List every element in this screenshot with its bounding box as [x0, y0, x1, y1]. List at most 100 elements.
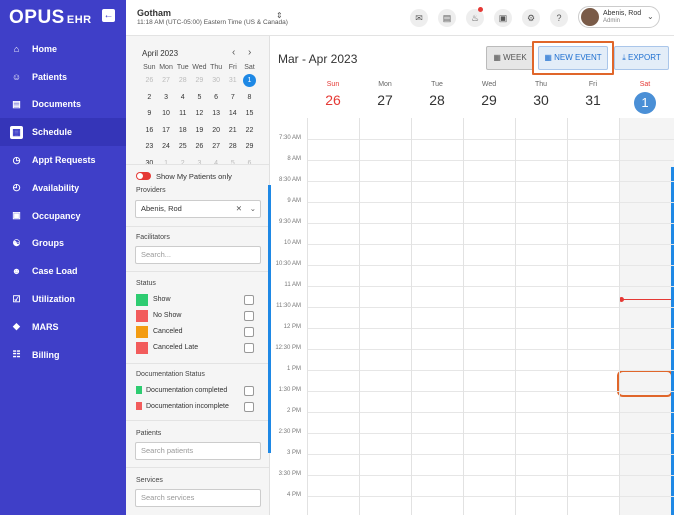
- minical-day[interactable]: 24: [158, 139, 175, 156]
- minical-day[interactable]: 26: [191, 139, 208, 156]
- occupancy-icon: ▣: [12, 210, 21, 221]
- day-header-fri[interactable]: Fri 31: [567, 78, 619, 108]
- grid-column-line: [567, 118, 568, 515]
- minical-day[interactable]: 10: [158, 106, 175, 123]
- chevron-right-icon[interactable]: ›: [248, 47, 251, 58]
- services-search-input[interactable]: Search services: [135, 489, 261, 507]
- status-checkbox[interactable]: [244, 295, 254, 305]
- minical-day[interactable]: 27: [208, 139, 225, 156]
- minical-day[interactable]: 1: [241, 73, 258, 90]
- saturday-column[interactable]: [619, 118, 674, 515]
- sidebar-item-label: Groups: [32, 238, 65, 249]
- minical-day[interactable]: 15: [241, 106, 258, 123]
- chevron-left-icon[interactable]: ‹: [232, 47, 235, 58]
- minical-day[interactable]: 31: [224, 73, 241, 90]
- minical-day[interactable]: 7: [224, 90, 241, 107]
- minical-day[interactable]: 13: [208, 106, 225, 123]
- sidebar-item-mars[interactable]: ◆ MARS: [0, 313, 126, 341]
- minical-day[interactable]: 29: [191, 73, 208, 90]
- week-view-button[interactable]: ▦ WEEK: [486, 46, 534, 70]
- minical-day[interactable]: 27: [158, 73, 175, 90]
- minical-day[interactable]: 8: [241, 90, 258, 107]
- minical-day[interactable]: 23: [141, 139, 158, 156]
- minical-day[interactable]: 9: [141, 106, 158, 123]
- divider: [126, 363, 269, 364]
- time-column: 7:30 AM 8 AM 8:30 AM 9 AM 9:30 AM 10 AM 10:30 …: [271, 118, 307, 515]
- doc-status-checkbox[interactable]: [244, 386, 254, 396]
- user-menu[interactable]: Abenis, Rod Admin ⌄: [578, 6, 660, 28]
- sidebar-item-label: Occupancy: [32, 210, 81, 221]
- help-icon[interactable]: ?: [550, 9, 568, 27]
- minical-day[interactable]: 11: [174, 106, 191, 123]
- time-slot-highlight[interactable]: [617, 370, 673, 397]
- day-header-mon[interactable]: Mon 27: [359, 78, 411, 108]
- chat-icon[interactable]: ✉: [410, 9, 428, 27]
- status-label-item: Show: [153, 296, 171, 303]
- minical-day[interactable]: 3: [158, 90, 175, 107]
- minical-day[interactable]: 14: [224, 106, 241, 123]
- calendar-view: Mar - Apr 2023 ▦ WEEK ▦ NEW EVENT ⤓ EXPO…: [271, 36, 674, 515]
- sidebar-item-patients[interactable]: ☺ Patients: [0, 63, 126, 91]
- sidebar-item-documents[interactable]: ▤ Documents: [0, 91, 126, 119]
- sidebar-item-appt-requests[interactable]: ◷ Appt Requests: [0, 146, 126, 174]
- facilitators-search-input[interactable]: Search...: [135, 246, 261, 264]
- minical-day[interactable]: 5: [191, 90, 208, 107]
- minical-day[interactable]: 30: [208, 73, 225, 90]
- minical-day[interactable]: 20: [208, 123, 225, 140]
- inbox-icon[interactable]: ▤: [438, 9, 456, 27]
- avatar: [581, 8, 599, 26]
- time-label: 3 PM: [286, 450, 301, 456]
- show-my-patients-toggle[interactable]: [136, 172, 151, 180]
- sidebar-item-billing[interactable]: ☷ Billing: [0, 341, 126, 369]
- collapse-sidebar-button[interactable]: ←: [102, 9, 115, 22]
- grid-column-line: [411, 118, 412, 515]
- export-button[interactable]: ⤓ EXPORT: [614, 46, 669, 70]
- day-header-sun[interactable]: Sun 26: [307, 78, 359, 108]
- location-name[interactable]: Gotham: [137, 8, 171, 18]
- status-checkbox[interactable]: [244, 327, 254, 337]
- minical-day[interactable]: 19: [191, 123, 208, 140]
- day-header-sat[interactable]: Sat 1: [619, 78, 671, 114]
- minical-day[interactable]: 25: [174, 139, 191, 156]
- minical-day[interactable]: 12: [191, 106, 208, 123]
- day-number: 31: [585, 92, 601, 108]
- status-checkbox[interactable]: [244, 311, 254, 321]
- sidebar-item-utilization[interactable]: ☑ Utilization: [0, 285, 126, 313]
- sidebar-item-groups[interactable]: ☯ Groups: [0, 230, 126, 258]
- minical-day[interactable]: 29: [241, 139, 258, 156]
- minical-day[interactable]: 4: [174, 90, 191, 107]
- minical-day[interactable]: 16: [141, 123, 158, 140]
- providers-select[interactable]: Abenis, Rod ✕ ⌄: [135, 200, 261, 218]
- minical-day[interactable]: 28: [174, 73, 191, 90]
- chevron-down-icon[interactable]: ⌄: [250, 201, 256, 217]
- minical-day[interactable]: 2: [141, 90, 158, 107]
- patients-icon: ☺: [11, 71, 22, 82]
- sidebar-item-occupancy[interactable]: ▣ Occupancy: [0, 202, 126, 230]
- sidebar-item-availability[interactable]: ◴ Availability: [0, 174, 126, 202]
- minical-day[interactable]: 18: [174, 123, 191, 140]
- time-label: 2:30 PM: [278, 429, 301, 435]
- day-header-thu[interactable]: Thu 30: [515, 78, 567, 108]
- status-swatch: [136, 310, 148, 322]
- minical-day[interactable]: 28: [224, 139, 241, 156]
- document-icon: [136, 402, 142, 410]
- clipboard-icon[interactable]: ▣: [494, 9, 512, 27]
- day-header-wed[interactable]: Wed 29: [463, 78, 515, 108]
- gear-icon[interactable]: ⚙: [522, 9, 540, 27]
- doc-status-checkbox[interactable]: [244, 402, 254, 412]
- minical-day[interactable]: 17: [158, 123, 175, 140]
- day-header-tue[interactable]: Tue 28: [411, 78, 463, 108]
- minical-day[interactable]: 21: [224, 123, 241, 140]
- location-switch-icon[interactable]: ⇕: [276, 11, 283, 20]
- doc-status-label: Documentation Status: [136, 371, 205, 378]
- sidebar-item-home[interactable]: ⌂ Home: [0, 35, 126, 63]
- clear-icon[interactable]: ✕: [236, 201, 242, 217]
- minical-day[interactable]: 6: [208, 90, 225, 107]
- minical-day[interactable]: 26: [141, 73, 158, 90]
- sidebar-item-schedule[interactable]: ▦ Schedule: [0, 118, 126, 147]
- status-checkbox[interactable]: [244, 343, 254, 353]
- patients-search-input[interactable]: Search patients: [135, 442, 261, 460]
- sidebar-item-case-load[interactable]: ☻ Case Load: [0, 257, 126, 285]
- minical-day[interactable]: 22: [241, 123, 258, 140]
- appt-requests-icon: ◷: [12, 154, 21, 165]
